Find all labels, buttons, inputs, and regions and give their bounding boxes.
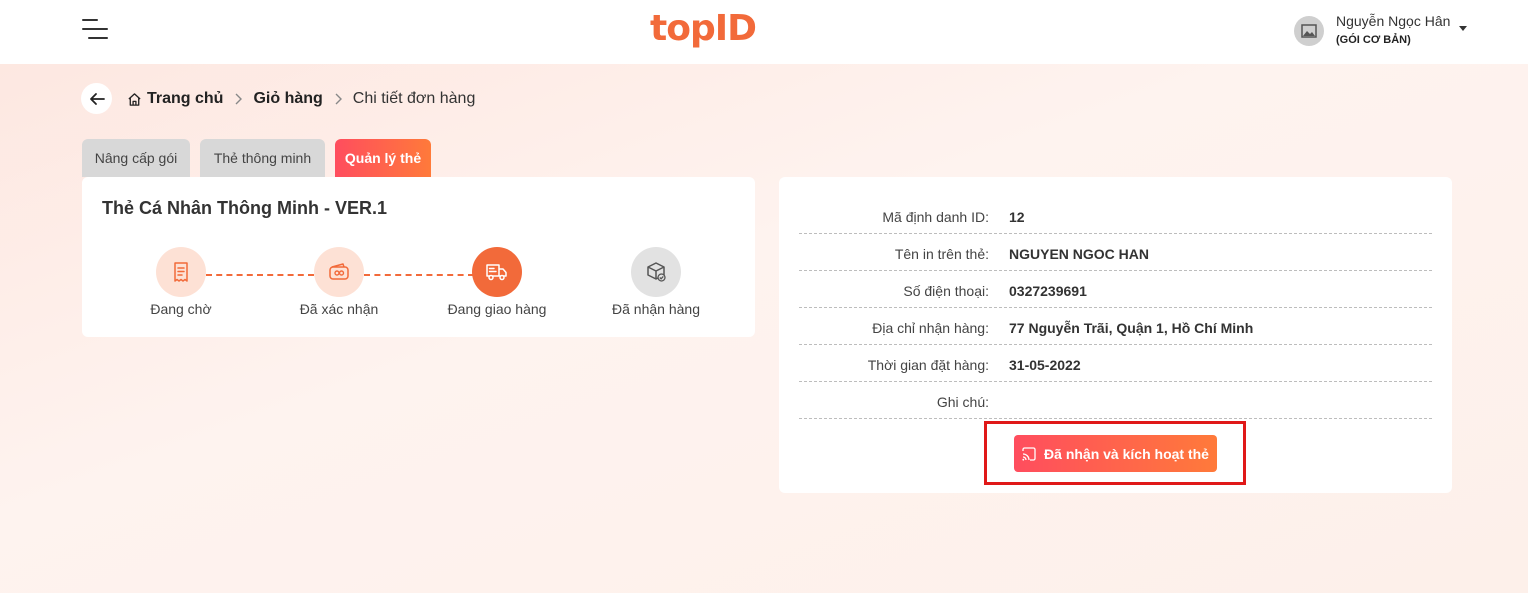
user-menu[interactable]: Nguyễn Ngọc Hân (GÓI CƠ BẢN) [1294, 12, 1474, 52]
info-row-address: Địa chỉ nhận hàng: 77 Nguyễn Trãi, Quận … [799, 308, 1432, 345]
hamburger-menu-icon[interactable] [82, 19, 108, 41]
image-placeholder-icon [1301, 24, 1317, 38]
info-row-order-time: Thời gian đặt hàng: 31-05-2022 [799, 345, 1432, 382]
breadcrumb-current: Chi tiết đơn hàng [352, 90, 476, 107]
home-icon [128, 92, 141, 106]
info-value: 31-05-2022 [1009, 357, 1081, 373]
step-label: Đã xác nhận [299, 301, 379, 317]
topid-logo[interactable]: topID [650, 8, 757, 49]
step-confirmed: Đã xác nhận [274, 247, 404, 317]
info-label: Số điện thoại: [903, 283, 989, 299]
caret-down-icon[interactable] [1459, 26, 1467, 31]
breadcrumb-home-label: Trang chủ [147, 90, 224, 107]
info-row-id: Mã định danh ID: 12 [799, 197, 1432, 234]
info-label: Ghi chú: [936, 394, 989, 410]
user-name: Nguyễn Ngọc Hân [1336, 13, 1451, 29]
info-label: Mã định danh ID: [882, 209, 989, 225]
breadcrumb-cart[interactable]: Giỏ hàng [253, 90, 322, 108]
info-row-note: Ghi chú: [799, 382, 1432, 419]
back-button[interactable] [81, 83, 112, 114]
product-title: Thẻ Cá Nhân Thông Minh - VER.1 [102, 198, 387, 218]
tab-smart-card[interactable]: Thẻ thông minh [200, 139, 325, 177]
step-label: Đang chờ [150, 301, 212, 317]
activate-card-button[interactable]: Đã nhận và kích hoạt thẻ [1014, 435, 1217, 472]
tab-upgrade-plan[interactable]: Nâng cấp gói [82, 139, 190, 177]
avatar [1294, 16, 1324, 46]
order-status-card: Thẻ Cá Nhân Thông Minh - VER.1 Đang chờ … [82, 177, 755, 337]
step-pending: Đang chờ [116, 247, 246, 317]
step-shipping: Đang giao hàng [432, 247, 562, 317]
nfc-cast-icon [1022, 446, 1036, 461]
info-value: 0327239691 [1009, 283, 1087, 299]
activate-card-label: Đã nhận và kích hoạt thẻ [1044, 445, 1209, 462]
breadcrumb: Trang chủ Giỏ hàng Chi tiết đơn hàng [127, 89, 475, 109]
step-label: Đã nhận hàng [612, 301, 700, 317]
step-label: Đang giao hàng [447, 301, 547, 317]
info-row-card-name: Tên in trên thẻ: NGUYEN NGOC HAN [799, 234, 1432, 271]
info-row-phone: Số điện thoại: 0327239691 [799, 271, 1432, 308]
top-bar: topID Nguyễn Ngọc Hân (GÓI CƠ BẢN) [0, 0, 1528, 64]
info-label: Tên in trên thẻ: [894, 246, 989, 262]
info-value: 77 Nguyễn Trãi, Quận 1, Hồ Chí Minh [1009, 320, 1254, 336]
tab-card-management[interactable]: Quản lý thẻ [335, 139, 431, 177]
arrow-left-icon [89, 92, 105, 105]
user-plan: (GÓI CƠ BẢN) [1336, 34, 1411, 46]
chevron-right-icon [334, 93, 342, 105]
wallet-icon [329, 263, 349, 280]
info-label: Thời gian đặt hàng: [867, 357, 989, 373]
receipt-icon [174, 262, 188, 282]
package-check-icon [647, 262, 666, 282]
info-value: 12 [1009, 209, 1025, 225]
chevron-right-icon [234, 93, 243, 105]
info-label: Địa chỉ nhận hàng: [872, 320, 989, 336]
delivery-truck-icon [486, 264, 507, 281]
step-received: Đã nhận hàng [591, 247, 721, 317]
breadcrumb-home[interactable]: Trang chủ [127, 90, 223, 108]
info-value: NGUYEN NGOC HAN [1009, 246, 1150, 262]
